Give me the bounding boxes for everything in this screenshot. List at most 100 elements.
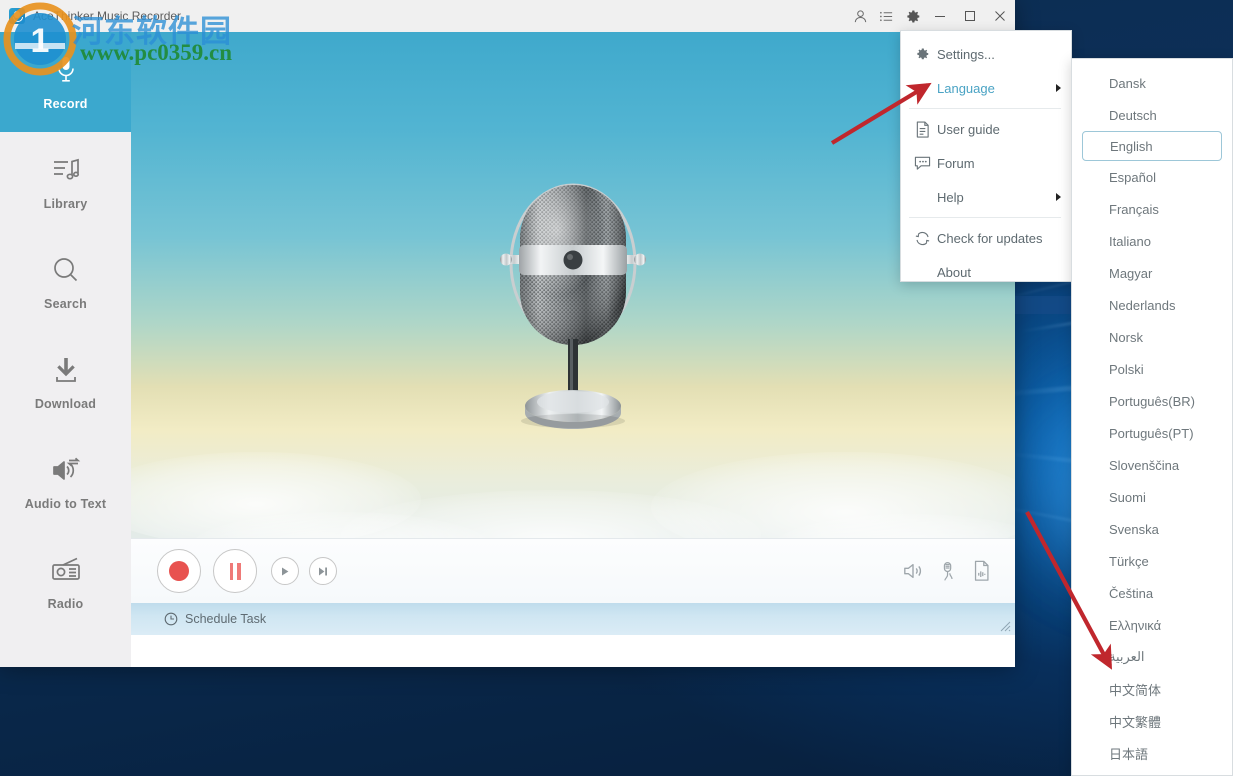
sidebar-item-label: Audio to Text [24,497,107,511]
menu-item-label: Settings... [937,46,995,62]
radio-icon [50,553,82,587]
language-item-chinese-simplified[interactable]: 中文简体 [1072,673,1232,705]
resize-grip-icon[interactable] [997,618,1011,632]
menu-item-label: Forum [937,155,975,171]
sidebar-item-search[interactable]: Search [0,232,131,332]
schedule-task-button[interactable]: Schedule Task [164,612,266,626]
audio-file-icon[interactable] [972,560,991,582]
language-label: 中文繁體 [1109,714,1162,730]
sidebar: Record Library Search Download Audio to … [0,32,131,667]
language-label: English [1110,138,1153,154]
chat-icon [907,155,937,171]
clock-icon [164,612,178,626]
menu-item-forum[interactable]: Forum [901,146,1071,180]
menu-item-user-guide[interactable]: User guide [901,112,1071,146]
language-label: 日本語 [1109,746,1149,762]
language-item-chinese-traditional[interactable]: 中文繁體 [1072,705,1232,737]
language-item-portugues-br[interactable]: Português(BR) [1072,385,1232,417]
language-label: Dansk [1109,75,1146,91]
gear-icon[interactable] [899,0,925,32]
sidebar-item-label: Download [34,397,97,411]
language-item-polski[interactable]: Polski [1072,353,1232,385]
record-dot-icon [169,561,189,581]
language-item-norsk[interactable]: Norsk [1072,321,1232,353]
pause-button[interactable] [213,549,257,593]
menu-item-label: User guide [937,121,1000,137]
language-label: Türkçe [1109,553,1149,569]
language-label: Suomi [1109,489,1146,505]
speaker-convert-icon [50,453,82,487]
language-label: Português(PT) [1109,425,1194,441]
menu-item-about[interactable]: About [901,255,1071,289]
titlebar[interactable]: AceThinker Music Recorder [0,0,1015,32]
play-icon [282,567,289,575]
menu-item-label: About [937,264,971,280]
language-item-ellinika[interactable]: Ελληνικά [1072,609,1232,641]
language-item-magyar[interactable]: Magyar [1072,257,1232,289]
language-label: 中文简体 [1109,682,1162,698]
sidebar-item-download[interactable]: Download [0,332,131,432]
language-item-espanol[interactable]: Español [1072,161,1232,193]
app-window: AceThinker Music Recorder Record Library… [0,0,1015,667]
speaker-icon[interactable] [902,561,924,581]
microphone-plug-icon[interactable] [940,561,956,582]
sidebar-item-audio-to-text[interactable]: Audio to Text [0,432,131,532]
menu-item-help[interactable]: Help [901,180,1071,214]
window-title: AceThinker Music Recorder [33,9,182,23]
menu-item-language[interactable]: Language [901,71,1071,105]
close-button[interactable] [985,0,1015,32]
settings-dropdown-menu: Settings... Language User guide Forum He… [900,30,1072,282]
language-item-japanese[interactable]: 日本語 [1072,737,1232,769]
language-item-nederlands[interactable]: Nederlands [1072,289,1232,321]
menu-separator [909,108,1061,109]
language-item-dansk[interactable]: Dansk [1072,67,1232,99]
playback-control-bar [131,538,1015,603]
language-item-portugues-pt[interactable]: Português(PT) [1072,417,1232,449]
controlbar-right-icons [902,560,991,582]
music-list-icon [51,153,81,187]
account-icon[interactable] [847,0,873,32]
play-button[interactable] [271,557,299,585]
language-item-english[interactable]: English [1082,131,1222,161]
language-label: Português(BR) [1109,393,1195,409]
language-item-slovenscina[interactable]: Slovenščina [1072,449,1232,481]
gear-icon [907,46,937,62]
list-icon[interactable] [873,0,899,32]
language-label: Čeština [1109,585,1154,601]
language-label: Magyar [1109,265,1153,281]
language-item-francais[interactable]: Français [1072,193,1232,225]
titlebar-controls [847,0,1015,32]
language-submenu: Dansk Deutsch English Español Français I… [1071,58,1233,776]
download-icon [52,353,80,387]
sidebar-item-record[interactable]: Record [0,32,131,132]
status-bar: Schedule Task [131,603,1015,635]
language-item-svenska[interactable]: Svenska [1072,513,1232,545]
search-icon [51,253,81,287]
language-label: Svenska [1109,521,1159,537]
minimize-button[interactable] [925,0,955,32]
language-item-turkce[interactable]: Türkçe [1072,545,1232,577]
chevron-right-icon [1056,193,1061,201]
language-label: Español [1109,169,1156,185]
sidebar-item-label: Search [44,297,87,311]
microphone-icon [54,53,78,87]
language-label: Slovenščina [1109,457,1180,473]
hero-illustration-wrap [131,32,1015,570]
sidebar-item-radio[interactable]: Radio [0,532,131,632]
language-item-suomi[interactable]: Suomi [1072,481,1232,513]
menu-item-settings[interactable]: Settings... [901,37,1071,71]
language-item-italiano[interactable]: Italiano [1072,225,1232,257]
record-button[interactable] [157,549,201,593]
language-item-arabic[interactable]: العربية [1072,641,1232,673]
app-logo-icon [9,8,25,24]
maximize-button[interactable] [955,0,985,32]
language-item-cestina[interactable]: Čeština [1072,577,1232,609]
next-button[interactable] [309,557,337,585]
skip-next-icon [319,567,327,575]
studio-microphone-illustration [500,183,646,429]
sidebar-item-library[interactable]: Library [0,132,131,232]
menu-item-check-for-updates[interactable]: Check for updates [901,221,1071,255]
language-label: Ελληνικά [1109,617,1162,633]
sidebar-item-label: Library [43,197,88,211]
language-item-deutsch[interactable]: Deutsch [1072,99,1232,131]
